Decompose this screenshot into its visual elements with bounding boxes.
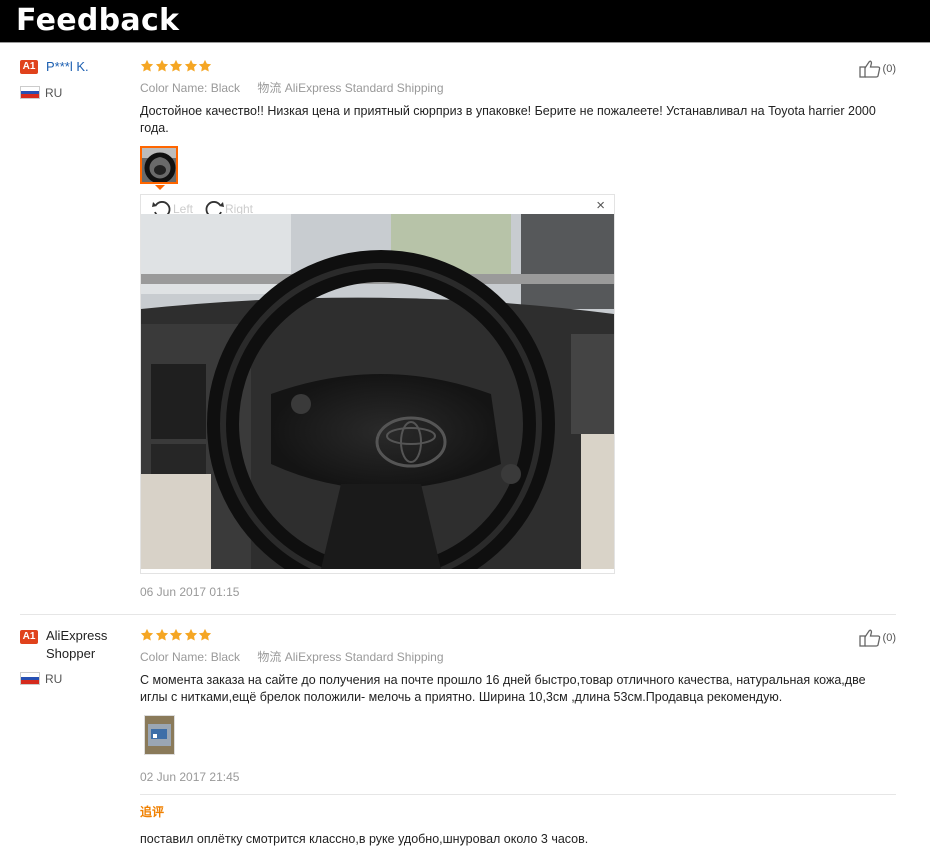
- review-text: Достойное качество!! Низкая цена и прият…: [140, 104, 876, 135]
- review-date: 06 Jun 2017 01:15: [140, 585, 240, 599]
- reviewer-name: AliExpress Shopper: [46, 628, 108, 661]
- review-divider: [20, 614, 896, 615]
- russia-flag-icon: [20, 86, 40, 99]
- color-value: Black: [210, 650, 241, 664]
- review-meta: Color Name: Black 物流 AliExpress Standard…: [140, 80, 444, 96]
- star-icon: [198, 628, 212, 642]
- level-badge: A1: [20, 60, 38, 74]
- review-photo-large: [141, 214, 614, 569]
- append-divider: [140, 794, 896, 795]
- shipping-label: 物流: [257, 650, 282, 664]
- helpful-button[interactable]: (0): [858, 60, 896, 78]
- star-icon: [155, 59, 169, 73]
- header-title: Feedback: [16, 3, 180, 38]
- color-value: Black: [210, 81, 241, 95]
- star-rating: [140, 628, 213, 644]
- star-icon: [198, 59, 212, 73]
- close-viewer-button[interactable]: ×: [596, 198, 605, 214]
- append-review-text: поставил оплётку смотрится классно,в рук…: [140, 832, 589, 846]
- review-text: С момента заказа на сайте до получения н…: [140, 673, 866, 704]
- photo-viewer: Left Right ×: [140, 194, 615, 574]
- thumbs-up-icon: [858, 629, 880, 647]
- star-icon: [155, 628, 169, 642]
- star-icon: [184, 59, 198, 73]
- color-label: Color Name:: [140, 650, 208, 664]
- shipping-label: 物流: [257, 81, 282, 95]
- star-icon: [140, 628, 154, 642]
- helpful-count: (0): [882, 63, 896, 75]
- reviewer-country: RU: [45, 86, 63, 100]
- reviewer-name[interactable]: P***l K.: [46, 58, 89, 76]
- star-icon: [169, 59, 183, 73]
- thumbnail-pointer: [155, 185, 165, 190]
- level-badge: A1: [20, 630, 38, 644]
- star-icon: [184, 628, 198, 642]
- review-photo-thumbnail[interactable]: [140, 146, 178, 184]
- star-icon: [140, 59, 154, 73]
- thumbs-up-icon: [858, 60, 880, 78]
- color-label: Color Name:: [140, 81, 208, 95]
- helpful-count: (0): [882, 632, 896, 644]
- star-icon: [169, 628, 183, 642]
- russia-flag-icon: [20, 672, 40, 685]
- reviewer-country: RU: [45, 672, 63, 686]
- feedback-header: Feedback: [0, 0, 930, 43]
- review-item: A1 AliExpress Shopper RU (0) Color Name:…: [20, 627, 896, 849]
- helpful-button[interactable]: (0): [858, 629, 896, 647]
- review-item: A1 P***l K. RU (0) Color Name: Black 物流 …: [20, 58, 896, 608]
- review-meta: Color Name: Black 物流 AliExpress Standard…: [140, 649, 444, 665]
- append-review-label: 追评: [140, 805, 165, 819]
- shipping-value: AliExpress Standard Shipping: [284, 650, 444, 664]
- review-date: 02 Jun 2017 21:45: [140, 770, 240, 784]
- review-photo-thumbnail[interactable]: [144, 715, 175, 755]
- star-rating: [140, 59, 213, 75]
- shipping-value: AliExpress Standard Shipping: [284, 81, 444, 95]
